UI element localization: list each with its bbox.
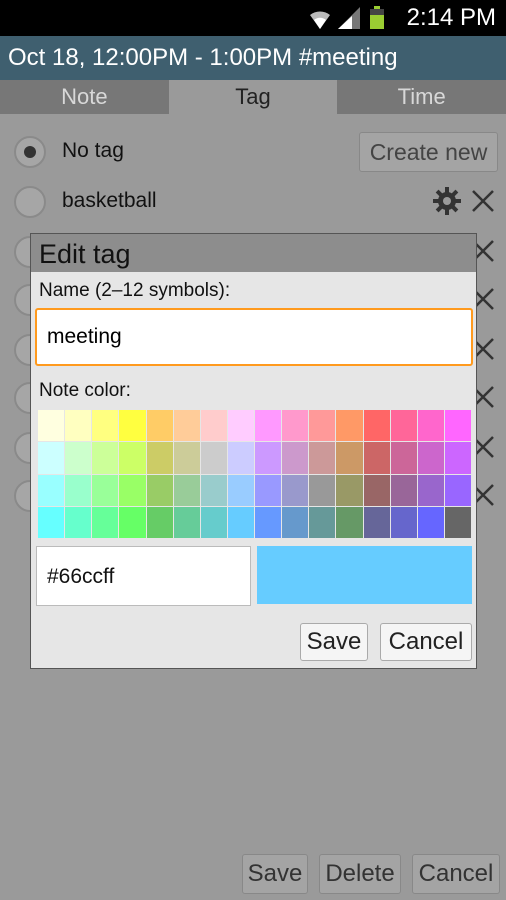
tab-bar: Note Tag Time bbox=[0, 80, 506, 114]
color-swatch[interactable] bbox=[309, 442, 336, 474]
dialog-cancel-button[interactable]: Cancel bbox=[380, 623, 472, 661]
note-color-label: Note color: bbox=[39, 380, 131, 401]
color-swatch[interactable] bbox=[146, 474, 173, 506]
create-new-button[interactable]: Create new bbox=[359, 132, 498, 172]
color-swatch[interactable] bbox=[38, 410, 65, 442]
event-title: Oct 18, 12:00PM - 1:00PM bbox=[8, 44, 293, 71]
color-swatch[interactable] bbox=[282, 474, 309, 506]
color-swatch[interactable] bbox=[38, 506, 65, 538]
color-swatch[interactable] bbox=[65, 474, 92, 506]
save-button[interactable]: Save bbox=[242, 854, 308, 894]
color-swatch[interactable] bbox=[282, 410, 309, 442]
radio-basketball[interactable] bbox=[14, 186, 46, 218]
status-time: 2:14 PM bbox=[406, 4, 496, 31]
close-icon[interactable] bbox=[466, 184, 500, 218]
color-swatch[interactable] bbox=[65, 410, 92, 442]
color-swatch[interactable] bbox=[65, 506, 92, 538]
color-swatch[interactable] bbox=[119, 410, 146, 442]
color-swatch[interactable] bbox=[200, 474, 227, 506]
radio-no-tag[interactable] bbox=[14, 136, 46, 168]
color-swatch[interactable] bbox=[200, 442, 227, 474]
color-swatch[interactable] bbox=[146, 442, 173, 474]
color-swatch[interactable] bbox=[255, 506, 282, 538]
hex-color-input[interactable]: #66ccff bbox=[36, 546, 251, 606]
color-swatch[interactable] bbox=[444, 474, 471, 506]
color-swatch[interactable] bbox=[336, 442, 363, 474]
color-swatch[interactable] bbox=[227, 442, 254, 474]
color-swatch[interactable] bbox=[65, 442, 92, 474]
color-swatch[interactable] bbox=[363, 442, 390, 474]
color-swatch[interactable] bbox=[92, 410, 119, 442]
color-swatch[interactable] bbox=[390, 474, 417, 506]
edit-tag-dialog: Edit tag Name (2–12 symbols): meeting No… bbox=[30, 233, 477, 669]
color-swatch[interactable] bbox=[92, 442, 119, 474]
color-swatch[interactable] bbox=[309, 506, 336, 538]
color-swatch[interactable] bbox=[336, 474, 363, 506]
color-swatch[interactable] bbox=[200, 506, 227, 538]
color-swatch[interactable] bbox=[444, 442, 471, 474]
color-swatch[interactable] bbox=[309, 474, 336, 506]
wifi-signal-battery-icon bbox=[310, 6, 384, 29]
color-swatch[interactable] bbox=[173, 410, 200, 442]
event-tag: #meeting bbox=[298, 44, 398, 71]
color-swatch[interactable] bbox=[227, 474, 254, 506]
color-swatch[interactable] bbox=[444, 506, 471, 538]
color-palette bbox=[38, 410, 471, 538]
color-swatch[interactable] bbox=[119, 506, 146, 538]
gear-icon[interactable] bbox=[430, 184, 464, 218]
color-swatch[interactable] bbox=[363, 410, 390, 442]
color-swatch[interactable] bbox=[417, 442, 444, 474]
color-swatch[interactable] bbox=[146, 506, 173, 538]
color-swatch[interactable] bbox=[336, 506, 363, 538]
color-swatch[interactable] bbox=[390, 506, 417, 538]
color-swatch[interactable] bbox=[119, 442, 146, 474]
tag-label: No tag bbox=[62, 139, 124, 162]
color-swatch[interactable] bbox=[92, 506, 119, 538]
color-swatch[interactable] bbox=[282, 506, 309, 538]
color-swatch[interactable] bbox=[363, 506, 390, 538]
color-swatch[interactable] bbox=[173, 506, 200, 538]
color-swatch[interactable] bbox=[282, 442, 309, 474]
color-swatch[interactable] bbox=[227, 506, 254, 538]
color-swatch[interactable] bbox=[200, 410, 227, 442]
color-swatch[interactable] bbox=[38, 474, 65, 506]
tab-note[interactable]: Note bbox=[0, 80, 169, 114]
color-swatch[interactable] bbox=[417, 474, 444, 506]
color-swatch[interactable] bbox=[417, 410, 444, 442]
tab-tag[interactable]: Tag bbox=[168, 80, 338, 114]
color-swatch[interactable] bbox=[444, 410, 471, 442]
delete-button[interactable]: Delete bbox=[319, 854, 401, 894]
color-swatch[interactable] bbox=[309, 410, 336, 442]
color-swatch[interactable] bbox=[390, 442, 417, 474]
color-swatch[interactable] bbox=[336, 410, 363, 442]
tag-label: basketball bbox=[62, 189, 157, 212]
color-swatch[interactable] bbox=[92, 474, 119, 506]
color-swatch[interactable] bbox=[363, 474, 390, 506]
cancel-button[interactable]: Cancel bbox=[412, 854, 500, 894]
dialog-save-button[interactable]: Save bbox=[300, 623, 368, 661]
color-swatch[interactable] bbox=[227, 410, 254, 442]
color-swatch[interactable] bbox=[146, 410, 173, 442]
color-swatch[interactable] bbox=[173, 442, 200, 474]
color-swatch[interactable] bbox=[173, 474, 200, 506]
color-preview bbox=[257, 546, 472, 604]
status-bar: 2:14 PM bbox=[0, 0, 506, 36]
status-icons bbox=[308, 5, 394, 31]
color-swatch[interactable] bbox=[255, 474, 282, 506]
color-swatch[interactable] bbox=[255, 410, 282, 442]
color-swatch[interactable] bbox=[417, 506, 444, 538]
name-label: Name (2–12 symbols): bbox=[39, 280, 231, 301]
color-swatch[interactable] bbox=[119, 474, 146, 506]
event-header: Oct 18, 12:00PM - 1:00PM #meeting bbox=[0, 36, 506, 80]
color-swatch[interactable] bbox=[255, 442, 282, 474]
tag-name-input[interactable]: meeting bbox=[35, 308, 473, 366]
color-swatch[interactable] bbox=[38, 442, 65, 474]
color-swatch[interactable] bbox=[390, 410, 417, 442]
tag-row-basketball[interactable]: basketball bbox=[0, 178, 506, 226]
dialog-title: Edit tag bbox=[31, 234, 476, 272]
tab-time[interactable]: Time bbox=[337, 80, 506, 114]
